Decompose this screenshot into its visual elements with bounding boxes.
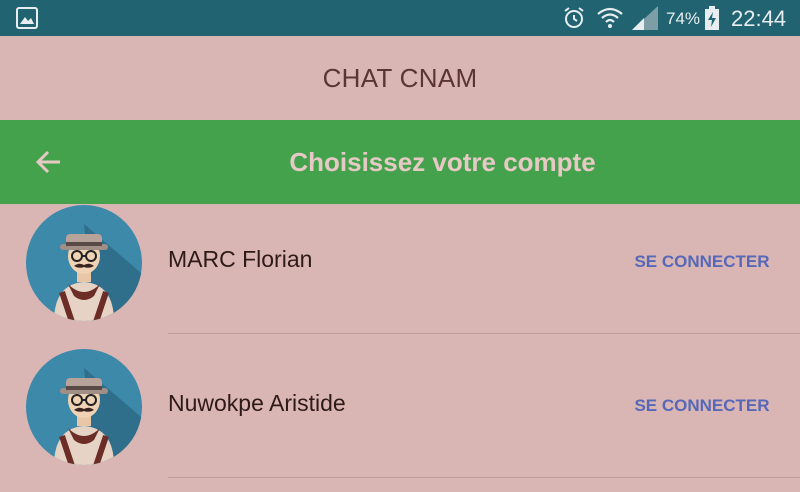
account-row[interactable]: Nuwokpe Aristide SE CONNECTER xyxy=(0,348,800,492)
app-header: CHAT CNAM xyxy=(0,36,800,120)
battery-percent: 74% xyxy=(666,9,701,28)
connect-button[interactable]: SE CONNECTER xyxy=(618,242,786,282)
status-bar: 74% 22:44 xyxy=(0,0,800,36)
gallery-icon xyxy=(16,7,38,34)
account-name: Nuwokpe Aristide xyxy=(168,390,346,416)
connect-button[interactable]: SE CONNECTER xyxy=(618,386,786,426)
avatar xyxy=(24,348,144,466)
account-name: MARC Florian xyxy=(168,246,313,272)
account-list: MARC Florian SE CONNECTER Nuwokpe Aristi… xyxy=(0,204,800,492)
divider xyxy=(168,477,800,478)
alarm-icon xyxy=(562,6,586,35)
app-title: CHAT CNAM xyxy=(322,62,478,93)
divider xyxy=(168,333,800,334)
page-title: Choisissez votre compte xyxy=(289,146,596,177)
signal-icon xyxy=(632,6,658,35)
account-row[interactable]: MARC Florian SE CONNECTER xyxy=(0,204,800,348)
battery-charging-icon xyxy=(704,6,720,35)
toolbar: Choisissez votre compte xyxy=(0,120,800,204)
avatar xyxy=(24,204,144,322)
clock: 22:44 xyxy=(731,6,787,31)
wifi-icon xyxy=(596,4,624,37)
